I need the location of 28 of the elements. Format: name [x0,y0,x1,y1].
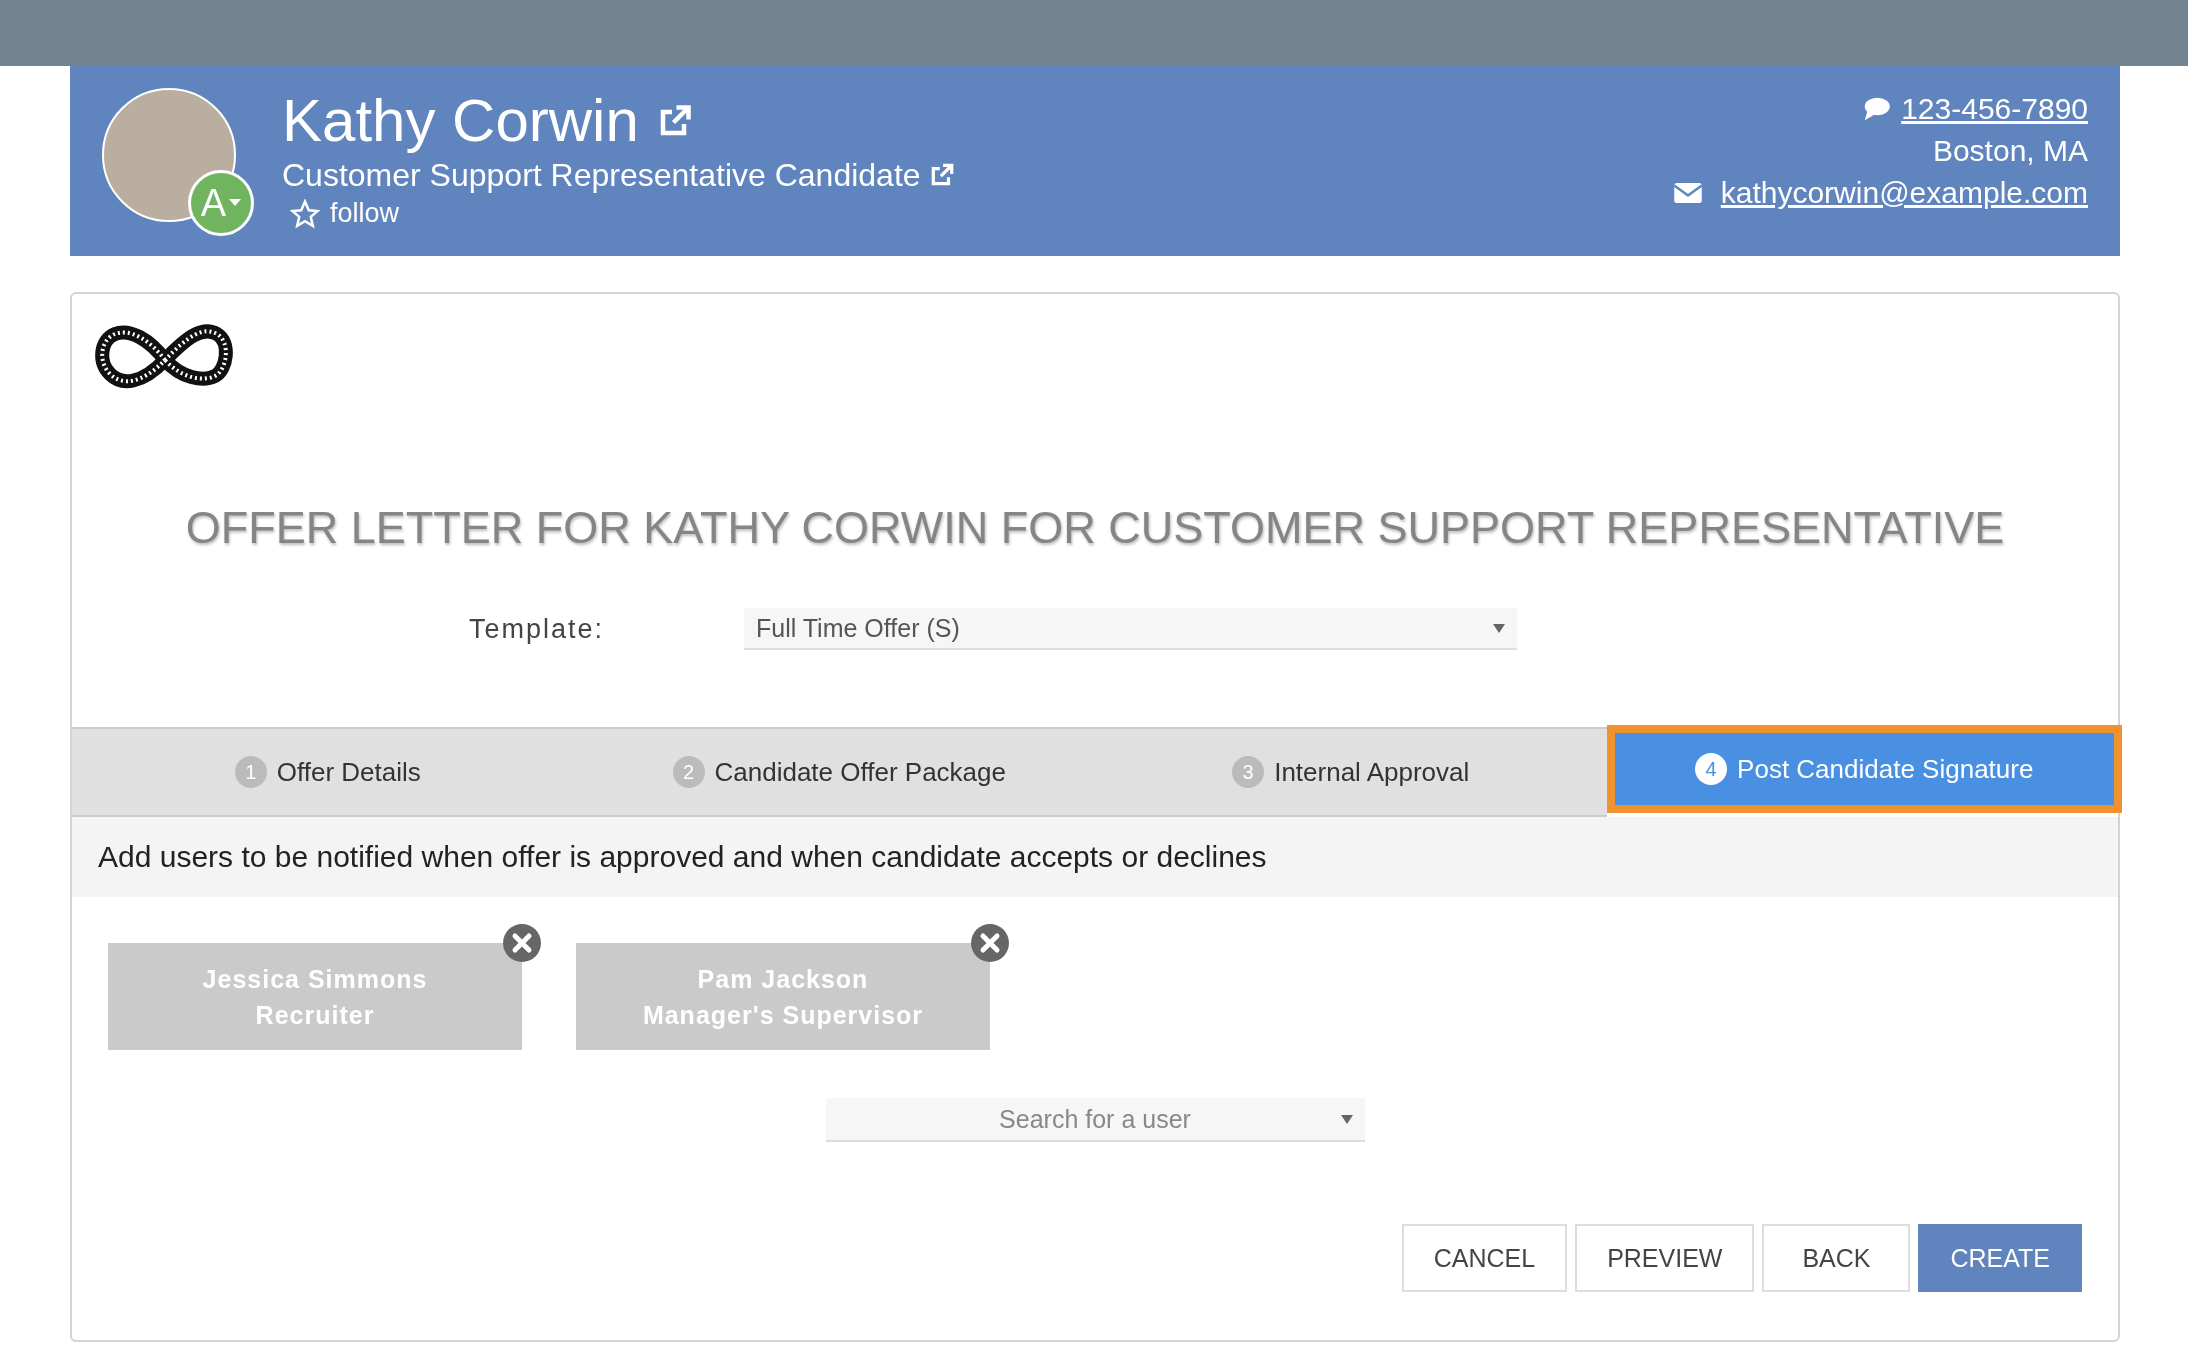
phone-link[interactable]: 123-456-7890 [1901,88,2088,130]
template-label: Template: [469,613,606,645]
remove-icon[interactable] [502,923,542,963]
candidate-title: Customer Support Representative Candidate [282,156,921,195]
location-text: Boston, MA [1932,133,2088,169]
action-button[interactable]: BACK [1762,1224,1911,1292]
step-number: 4 [1695,753,1728,785]
template-dropdown[interactable]: Full Time Offer (S) [744,608,1517,650]
action-button[interactable]: CREATE [1918,1224,2082,1292]
candidate-name: Kathy Corwin [282,88,639,154]
action-button[interactable]: PREVIEW [1575,1224,1755,1292]
step-tab[interactable]: 3 Internal Approval [1095,729,1607,817]
email-link[interactable]: kathycorwin@example.com [1720,172,2088,214]
step-tab[interactable]: 2 Candidate Offer Package [583,729,1095,817]
action-button[interactable]: CANCEL [1401,1224,1568,1292]
step-tab[interactable]: 1 Offer Details [72,729,584,817]
notice-text: Add users to be notified when offer is approved and when candidate accepts or declines [72,817,2118,897]
follow-link[interactable]: follow [330,198,400,229]
star-icon[interactable] [290,198,320,229]
remove-icon[interactable] [970,923,1010,963]
caret-icon [1340,1114,1353,1124]
step-number: 1 [234,756,267,788]
step-number: 3 [1232,756,1265,788]
caret-icon [229,199,242,207]
search-placeholder: Search for a user [999,1104,1191,1134]
offer-heading: OFFER LETTER FOR KATHY CORWIN FOR CUSTOMER SUPPORT REPRESENTATIVE [184,502,2006,554]
caret-icon [1493,623,1505,633]
step-number: 2 [672,756,705,788]
